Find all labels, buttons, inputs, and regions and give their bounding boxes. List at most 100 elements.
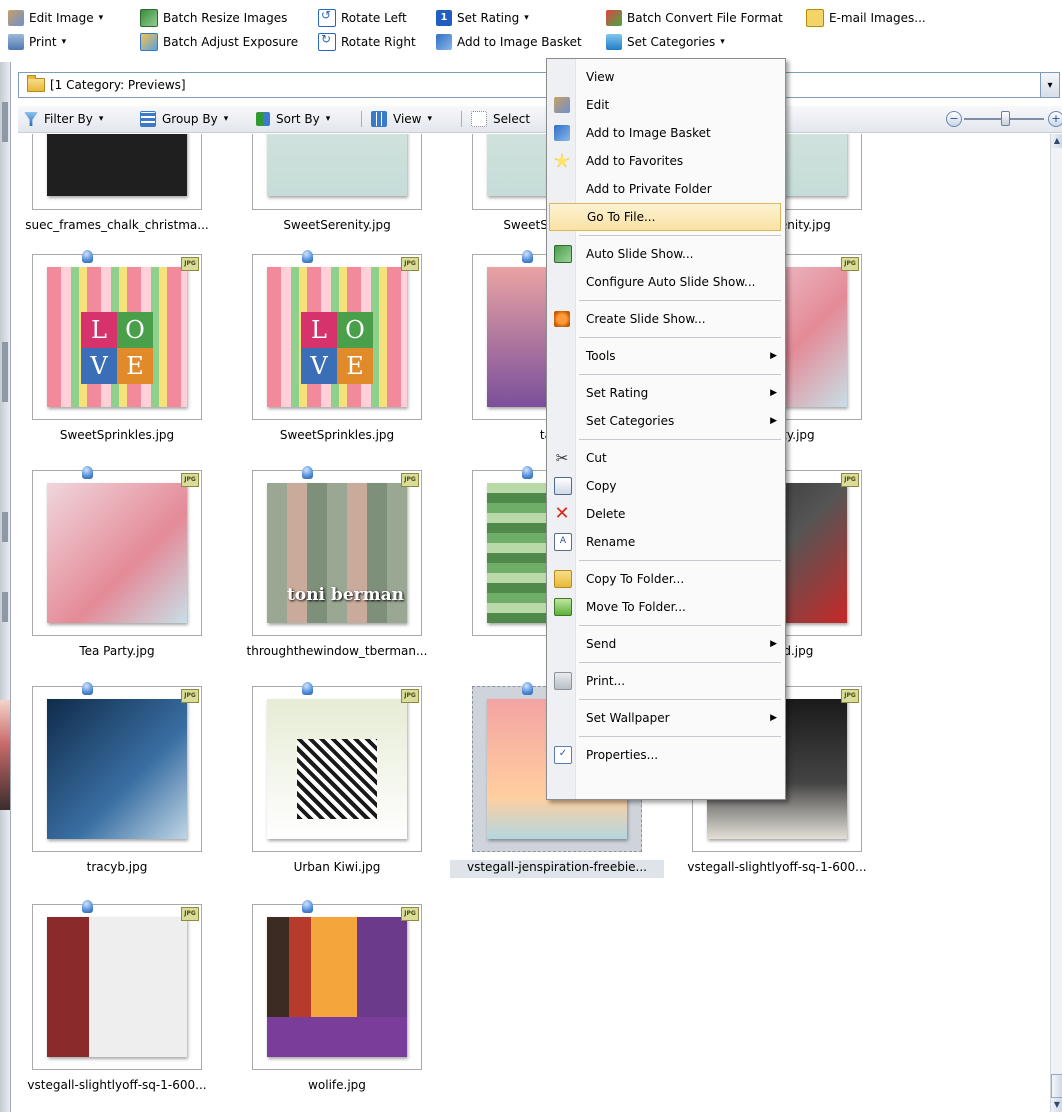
chevron-down-icon: ▾ [61,37,67,47]
edit-image-button[interactable]: Edit Image ▾ [8,8,103,28]
move-to-folder-icon [554,598,572,616]
chevron-down-icon: ▾ [1047,79,1053,91]
create-slideshow-icon [554,311,570,327]
menu-item-label: Auto Slide Show... [586,247,694,261]
pushpin-icon [82,682,93,695]
image-basket-icon [554,125,570,141]
menu-item-label: Tools [586,349,616,363]
thumbnail-frame[interactable]: JPG [32,682,202,852]
set-rating-button[interactable]: 1 Set Rating ▾ [436,8,529,28]
scroll-down-button[interactable]: ▼ [1051,1098,1062,1112]
batch-convert-file-format-button[interactable]: Batch Convert File Format [606,8,783,28]
menu-item-set-rating[interactable]: Set Rating ▶ [547,379,783,407]
menu-item-move-to-folder[interactable]: Move To Folder... [547,593,783,621]
thumbnail-item[interactable]: LOVE suec_frames_chalk_christma... [10,134,220,250]
thumbnail-item[interactable]: JPG L O V E SweetSprinkles.jpg [230,250,440,460]
thumbnail-frame[interactable]: JPG L O V E [32,250,202,420]
thumbnail-frame[interactable]: JPG [32,900,202,1070]
address-dropdown-button[interactable]: ▾ [1040,73,1059,97]
batch-adjust-exposure-button[interactable]: Batch Adjust Exposure [140,32,298,52]
menu-item-configure-auto-slide-show[interactable]: Configure Auto Slide Show... [547,268,783,296]
thumbnail-item[interactable]: JPG Urban Kiwi.jpg [230,682,440,892]
pushpin-icon [82,900,93,913]
thumbnail-frame[interactable]: JPG L O V E [252,250,422,420]
thumbnail-item[interactable]: JPG L O V E SweetSprinkles.jpg [10,250,220,460]
set-categories-button[interactable]: Set Categories ▾ [606,32,725,52]
pushpin-icon [522,250,533,263]
vertical-scrollbar[interactable]: ▲ ▼ [1050,134,1062,1112]
menu-item-create-slide-show[interactable]: Create Slide Show... [547,305,783,333]
menu-item-cut[interactable]: ✂ Cut [547,444,783,472]
print-button[interactable]: Print ▾ [8,32,66,52]
thumbnail-item[interactable]: JPG wolife.jpg [230,900,440,1110]
thumbnail-item[interactable]: SweetSerenity.jpg [230,134,440,250]
menu-item-view[interactable]: View [547,63,783,91]
rotate-left-button[interactable]: Rotate Left [318,8,407,28]
menu-item-tools[interactable]: Tools ▶ [547,342,783,370]
menu-item-set-categories[interactable]: Set Categories ▶ [547,407,783,435]
zoom-out-button[interactable]: − [946,111,962,127]
filter-by-button[interactable]: Filter By ▾ [24,110,103,128]
menu-item-add-to-private-folder[interactable]: Add to Private Folder [547,175,783,203]
select-button[interactable]: Select [471,110,530,128]
batch-resize-images-button[interactable]: Batch Resize Images [140,8,287,28]
menu-item-add-to-favorites[interactable]: Add to Favorites [547,147,783,175]
sort-by-button[interactable]: Sort By ▾ [256,110,330,128]
thumbnail-image: LOVE [267,267,407,407]
thumbnail-caption: SweetSerenity.jpg [283,218,391,232]
address-bar[interactable]: [1 Category: Previews] ▾ [18,72,1060,98]
menu-item-set-wallpaper[interactable]: Set Wallpaper ▶ [547,704,783,732]
add-to-image-basket-button[interactable]: Add to Image Basket [436,32,582,52]
menu-item-delete[interactable]: ✕ Delete [547,500,783,528]
thumbnail-frame[interactable]: JPG [252,682,422,852]
thumbnail-image [47,483,187,623]
thumbnail-frame[interactable]: JPG [252,900,422,1070]
thumbnail-art-text: toni berman [287,585,404,605]
menu-item-edit[interactable]: Edit [547,91,783,119]
chevron-down-icon: ▾ [325,114,331,124]
zoom-in-button[interactable]: + [1048,111,1062,127]
thumbnail-item[interactable]: JPG vstegall-slightlyoff-sq-1-600... [10,900,220,1110]
thumbnail-frame[interactable]: JPG toni berman [252,466,422,636]
menu-item-rename[interactable]: A Rename [547,528,783,556]
thumbnail-frame[interactable]: LOVE [32,134,202,210]
menu-item-copy[interactable]: Copy [547,472,783,500]
context-menu: View Edit Add to Image Basket Add to Favori… [546,58,786,800]
menu-item-send[interactable]: Send ▶ [547,630,783,658]
thumbnail-frame[interactable]: JPG [32,466,202,636]
thumbnail-item[interactable]: JPG toni berman throughthewindow_tberman..… [230,466,440,676]
e-mail-images-label: E-mail Images... [829,11,926,25]
convert-format-icon [606,10,622,26]
thumbnail-frame[interactable] [252,134,422,210]
menu-item-auto-slide-show[interactable]: Auto Slide Show... [547,240,783,268]
menu-item-copy-to-folder[interactable]: Copy To Folder... [547,565,783,593]
pushpin-icon [302,250,313,263]
scrollbar-thumb[interactable] [1051,1074,1062,1098]
thumbnail-image [267,917,407,1057]
properties-icon: ✓ [554,746,572,764]
email-icon [806,9,824,27]
menu-item-go-to-file[interactable]: Go To File... [549,203,781,231]
menu-item-print[interactable]: Print... [547,667,783,695]
star-icon [554,153,570,168]
menu-separator [579,662,781,663]
filter-toolbar: Filter By ▾ Group By ▾ Sort By ▾ View ▾ … [18,106,1062,133]
scroll-up-button[interactable]: ▲ [1051,134,1062,148]
thumbnail-image [267,134,407,196]
thumbnail-item[interactable]: JPG tracyb.jpg [10,682,220,892]
edit-image-label: Edit Image [29,11,94,25]
sort-icon [256,112,270,126]
menu-item-properties[interactable]: ✓ Properties... [547,741,783,769]
view-button[interactable]: View ▾ [371,110,432,128]
thumbnail-caption: suec_frames_chalk_christma... [25,218,209,232]
rotate-left-icon [318,8,336,27]
menu-item-add-to-image-basket[interactable]: Add to Image Basket [547,119,783,147]
e-mail-images-button[interactable]: E-mail Images... [806,8,926,28]
thumbnail-item[interactable]: JPG Tea Party.jpg [10,466,220,676]
rotate-right-button[interactable]: Rotate Right [318,32,416,52]
group-by-button[interactable]: Group By ▾ [140,110,228,128]
filter-icon [24,112,38,126]
menu-separator [579,235,781,236]
thumbnail-caption: Urban Kiwi.jpg [293,860,381,874]
zoom-slider-thumb[interactable] [1001,111,1010,126]
